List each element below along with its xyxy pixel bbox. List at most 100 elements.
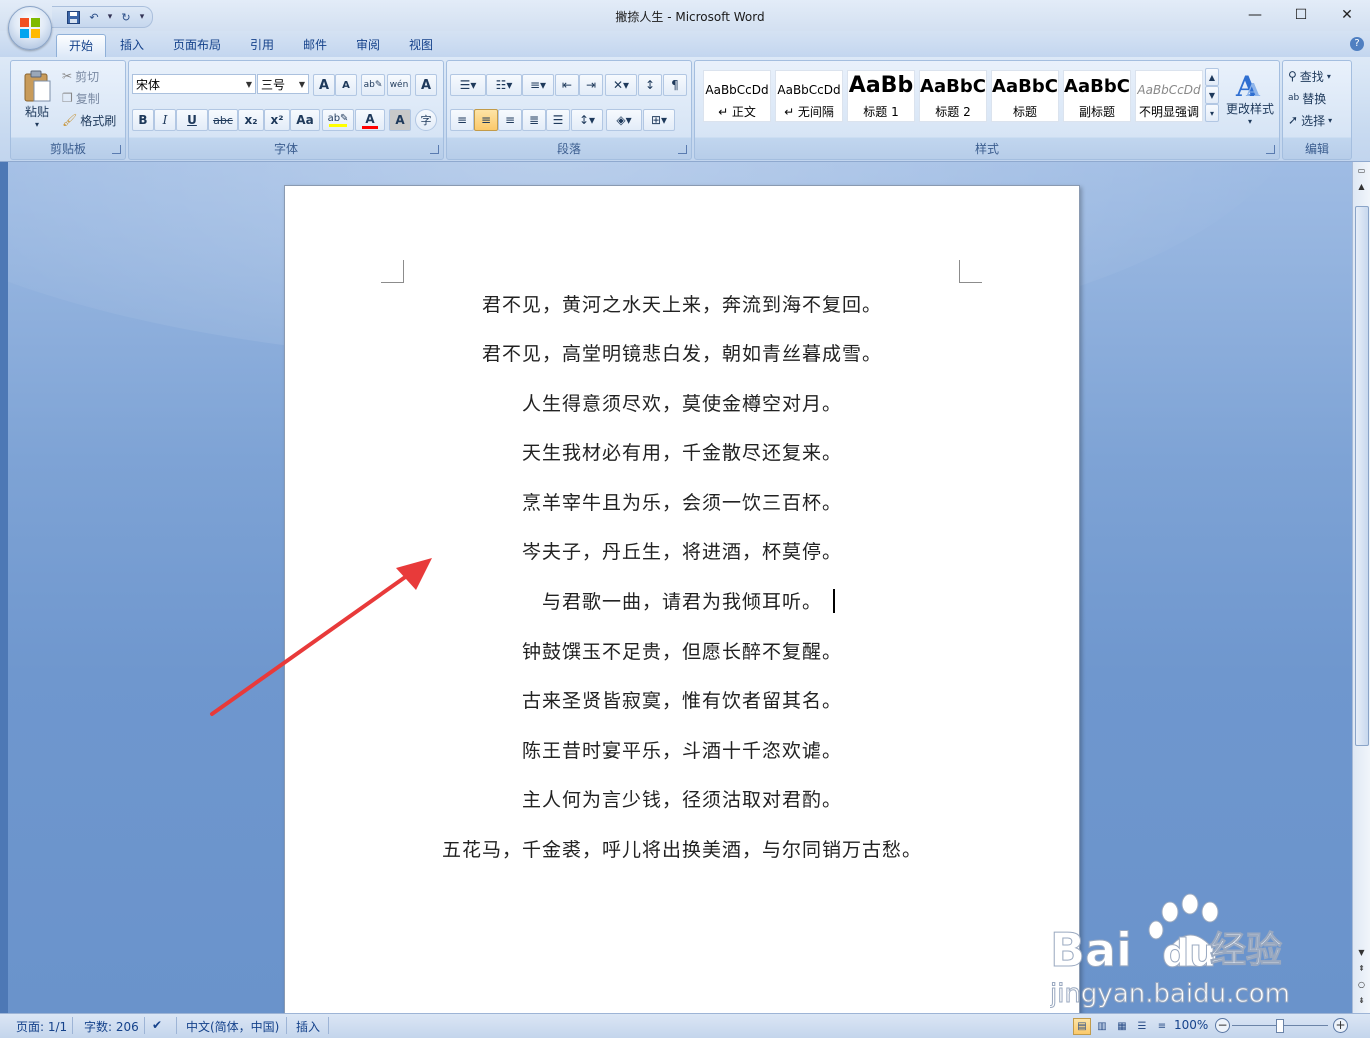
redo-icon[interactable]: ↻ <box>117 8 135 26</box>
zoom-slider-thumb[interactable] <box>1276 1019 1284 1033</box>
undo-icon[interactable]: ↶ <box>85 8 103 26</box>
char-border-icon[interactable]: A <box>415 74 437 96</box>
numbering-icon[interactable]: ☷▾ <box>486 74 522 96</box>
font-size-combo[interactable]: 三号 ▼ <box>257 74 309 94</box>
paragraph-launcher-icon[interactable] <box>678 145 687 154</box>
ruler-toggle-icon[interactable]: ▭ <box>1354 164 1369 178</box>
align-right-icon[interactable]: ≡ <box>498 109 522 131</box>
page-count[interactable]: 页面: 1/1 <box>16 1018 67 1035</box>
styles-more-icon[interactable]: ▾ <box>1205 104 1219 122</box>
select-button[interactable]: ➚ 选择 ▾ <box>1287 109 1333 131</box>
font-name-combo[interactable]: 宋体 ▼ <box>132 74 256 94</box>
phonetic-guide-icon[interactable]: wén <box>387 74 411 96</box>
browse-object-icon[interactable]: ○ <box>1354 978 1369 992</box>
styles-scroll-down-icon[interactable]: ▼ <box>1205 86 1219 104</box>
subscript-button[interactable]: x₂ <box>238 109 264 131</box>
vertical-scrollbar[interactable]: ▭ ▲ ▼ ⇞ ○ ⇟ <box>1352 162 1370 1013</box>
zoom-in-icon[interactable]: + <box>1333 1018 1348 1033</box>
outline-view-icon[interactable]: ☰ <box>1133 1018 1151 1035</box>
maximize-button[interactable]: ☐ <box>1278 0 1324 30</box>
style-normal[interactable]: AaBbCcDd ↵ 正文 <box>703 70 771 122</box>
zoom-out-icon[interactable]: − <box>1215 1018 1230 1033</box>
highlight-button[interactable]: ab✎ <box>322 109 354 131</box>
draft-view-icon[interactable]: ≡ <box>1153 1018 1171 1035</box>
increase-indent-icon[interactable]: ⇥ <box>579 74 603 96</box>
style-subtitle[interactable]: AaBbC 副标题 <box>1063 70 1131 122</box>
paste-button[interactable]: 粘贴 ▾ <box>16 65 58 133</box>
cut-button[interactable]: ✂ 剪切 <box>61 65 100 87</box>
undo-dropdown-icon[interactable]: ▾ <box>106 8 114 26</box>
distribute-icon[interactable]: ☰ <box>546 109 570 131</box>
style-heading-2[interactable]: AaBbC 标题 2 <box>919 70 987 122</box>
line-spacing-icon[interactable]: ↕▾ <box>571 109 603 131</box>
tab-references[interactable]: 引用 <box>238 34 286 56</box>
save-icon[interactable] <box>64 8 82 26</box>
styles-scroll-up-icon[interactable]: ▲ <box>1205 68 1219 86</box>
asian-layout-icon[interactable]: ✕▾ <box>605 74 637 96</box>
char-shading-button[interactable]: A <box>389 109 411 131</box>
zoom-level[interactable]: 100% <box>1174 1018 1208 1032</box>
copy-button[interactable]: ❐ 复制 <box>61 87 101 109</box>
style-title[interactable]: AaBbC 标题 <box>991 70 1059 122</box>
enclose-char-button[interactable]: 字 <box>415 109 437 131</box>
text-line[interactable]: 烹羊宰牛且为乐，会须一饮三百杯。 <box>285 488 1079 515</box>
web-layout-icon[interactable]: ▦ <box>1113 1018 1131 1035</box>
text-line[interactable]: 君不见，黄河之水天上来，奔流到海不复回。 <box>285 290 1079 317</box>
minimize-button[interactable]: — <box>1232 0 1278 30</box>
text-line[interactable]: 五花马，千金裘，呼儿将出换美酒，与尔同销万古愁。 <box>285 835 1079 862</box>
align-center-icon[interactable]: ≡ <box>474 109 498 131</box>
shrink-font-button[interactable]: A <box>335 74 357 96</box>
decrease-indent-icon[interactable]: ⇤ <box>555 74 579 96</box>
italic-button[interactable]: I <box>154 109 176 131</box>
find-button[interactable]: ⚲ 查找 ▾ <box>1287 65 1332 87</box>
scrollbar-thumb[interactable] <box>1355 206 1369 746</box>
previous-page-icon[interactable]: ⇞ <box>1354 962 1369 976</box>
shading-icon[interactable]: ◈▾ <box>606 109 642 131</box>
text-line[interactable]: 陈王昔时宴平乐，斗酒十千恣欢谑。 <box>285 736 1079 763</box>
text-line[interactable]: 人生得意须尽欢，莫使金樽空对月。 <box>285 389 1079 416</box>
tab-page-layout[interactable]: 页面布局 <box>161 34 233 56</box>
text-line[interactable]: 天生我材必有用，千金散尽还复来。 <box>285 438 1079 465</box>
strikethrough-button[interactable]: abc <box>208 109 238 131</box>
help-icon[interactable]: ? <box>1350 37 1364 51</box>
change-case-button[interactable]: Aa <box>290 109 320 131</box>
superscript-button[interactable]: x² <box>264 109 290 131</box>
full-screen-reading-icon[interactable]: ▥ <box>1093 1018 1111 1035</box>
customize-qat-icon[interactable]: ▾ <box>138 8 146 26</box>
tab-insert[interactable]: 插入 <box>108 34 156 56</box>
scroll-up-icon[interactable]: ▲ <box>1354 180 1369 194</box>
next-page-icon[interactable]: ⇟ <box>1354 994 1369 1008</box>
word-count[interactable]: 字数: 206 <box>84 1018 139 1035</box>
underline-button[interactable]: U <box>176 109 208 131</box>
show-marks-icon[interactable]: ¶ <box>663 74 687 96</box>
styles-launcher-icon[interactable] <box>1266 145 1275 154</box>
tab-review[interactable]: 审阅 <box>344 34 392 56</box>
bullets-icon[interactable]: ☰▾ <box>450 74 486 96</box>
multilevel-list-icon[interactable]: ≡▾ <box>522 74 554 96</box>
bold-button[interactable]: B <box>132 109 154 131</box>
text-line[interactable]: 君不见，高堂明镜悲白发，朝如青丝暮成雪。 <box>285 339 1079 366</box>
replace-button[interactable]: ab 替换 <box>1287 87 1327 109</box>
language-indicator[interactable]: 中文(简体，中国) <box>186 1018 279 1035</box>
print-layout-view-icon[interactable]: ▤ <box>1073 1018 1091 1035</box>
font-color-button[interactable]: A <box>355 109 385 131</box>
insert-mode-indicator[interactable]: 插入 <box>296 1018 320 1035</box>
style-heading-1[interactable]: AaBb 标题 1 <box>847 70 915 122</box>
style-subtle-emphasis[interactable]: AaBbCcDd 不明显强调 <box>1135 70 1203 122</box>
tab-view[interactable]: 视图 <box>397 34 445 56</box>
align-left-icon[interactable]: ≡ <box>450 109 474 131</box>
proofing-icon[interactable]: ✔ <box>152 1018 162 1032</box>
scroll-down-icon[interactable]: ▼ <box>1354 946 1369 960</box>
font-launcher-icon[interactable] <box>430 145 439 154</box>
close-button[interactable]: ✕ <box>1324 0 1370 30</box>
tab-mailings[interactable]: 邮件 <box>291 34 339 56</box>
grow-font-button[interactable]: A <box>313 74 335 96</box>
style-no-spacing[interactable]: AaBbCcDd ↵ 无间隔 <box>775 70 843 122</box>
tab-home[interactable]: 开始 <box>56 34 107 57</box>
change-styles-button[interactable]: A A 更改样式 ▾ <box>1221 63 1279 133</box>
justify-icon[interactable]: ≣ <box>522 109 546 131</box>
clear-format-icon[interactable]: ab✎ <box>361 74 385 96</box>
sort-icon[interactable]: ↕ <box>638 74 662 96</box>
clipboard-launcher-icon[interactable] <box>112 145 121 154</box>
format-painter-button[interactable]: 🖌 格式刷 <box>61 109 117 131</box>
